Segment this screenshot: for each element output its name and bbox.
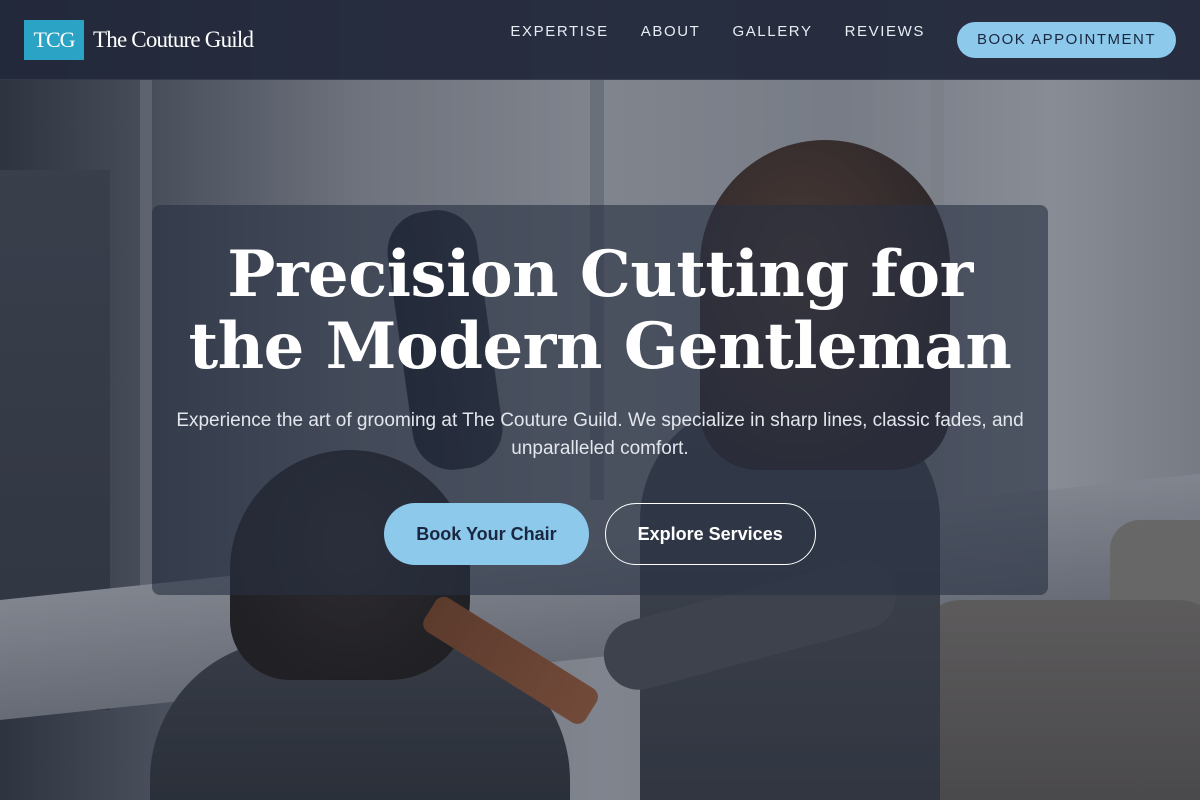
book-appointment-button[interactable]: BOOK APPOINTMENT bbox=[956, 21, 1176, 58]
explore-services-button[interactable]: Explore Services bbox=[604, 503, 816, 565]
logo-mark: TCG bbox=[24, 19, 84, 60]
brand-name: The Couture Guild bbox=[93, 26, 254, 52]
nav-link-gallery[interactable]: GALLERY bbox=[732, 23, 812, 40]
nav-link-about[interactable]: ABOUT bbox=[641, 23, 701, 40]
main-nav: EXPERTISE ABOUT GALLERY REVIEWS BOOK APP… bbox=[510, 21, 1176, 58]
hero-title: Precision Cutting for the Modern Gentlem… bbox=[188, 237, 1012, 384]
nav-link-expertise[interactable]: EXPERTISE bbox=[510, 23, 608, 40]
logo-link[interactable]: TCG The Couture Guild bbox=[24, 19, 254, 60]
book-your-chair-button[interactable]: Book Your Chair bbox=[384, 503, 589, 565]
hero-card: Precision Cutting for the Modern Gentlem… bbox=[152, 205, 1048, 595]
site-header: TCG The Couture Guild EXPERTISE ABOUT GA… bbox=[0, 0, 1200, 80]
hero-subtitle: Experience the art of grooming at The Co… bbox=[176, 410, 1024, 459]
nav-link-reviews[interactable]: REVIEWS bbox=[845, 23, 925, 40]
hero-actions: Book Your Chair Explore Services bbox=[152, 503, 1048, 565]
